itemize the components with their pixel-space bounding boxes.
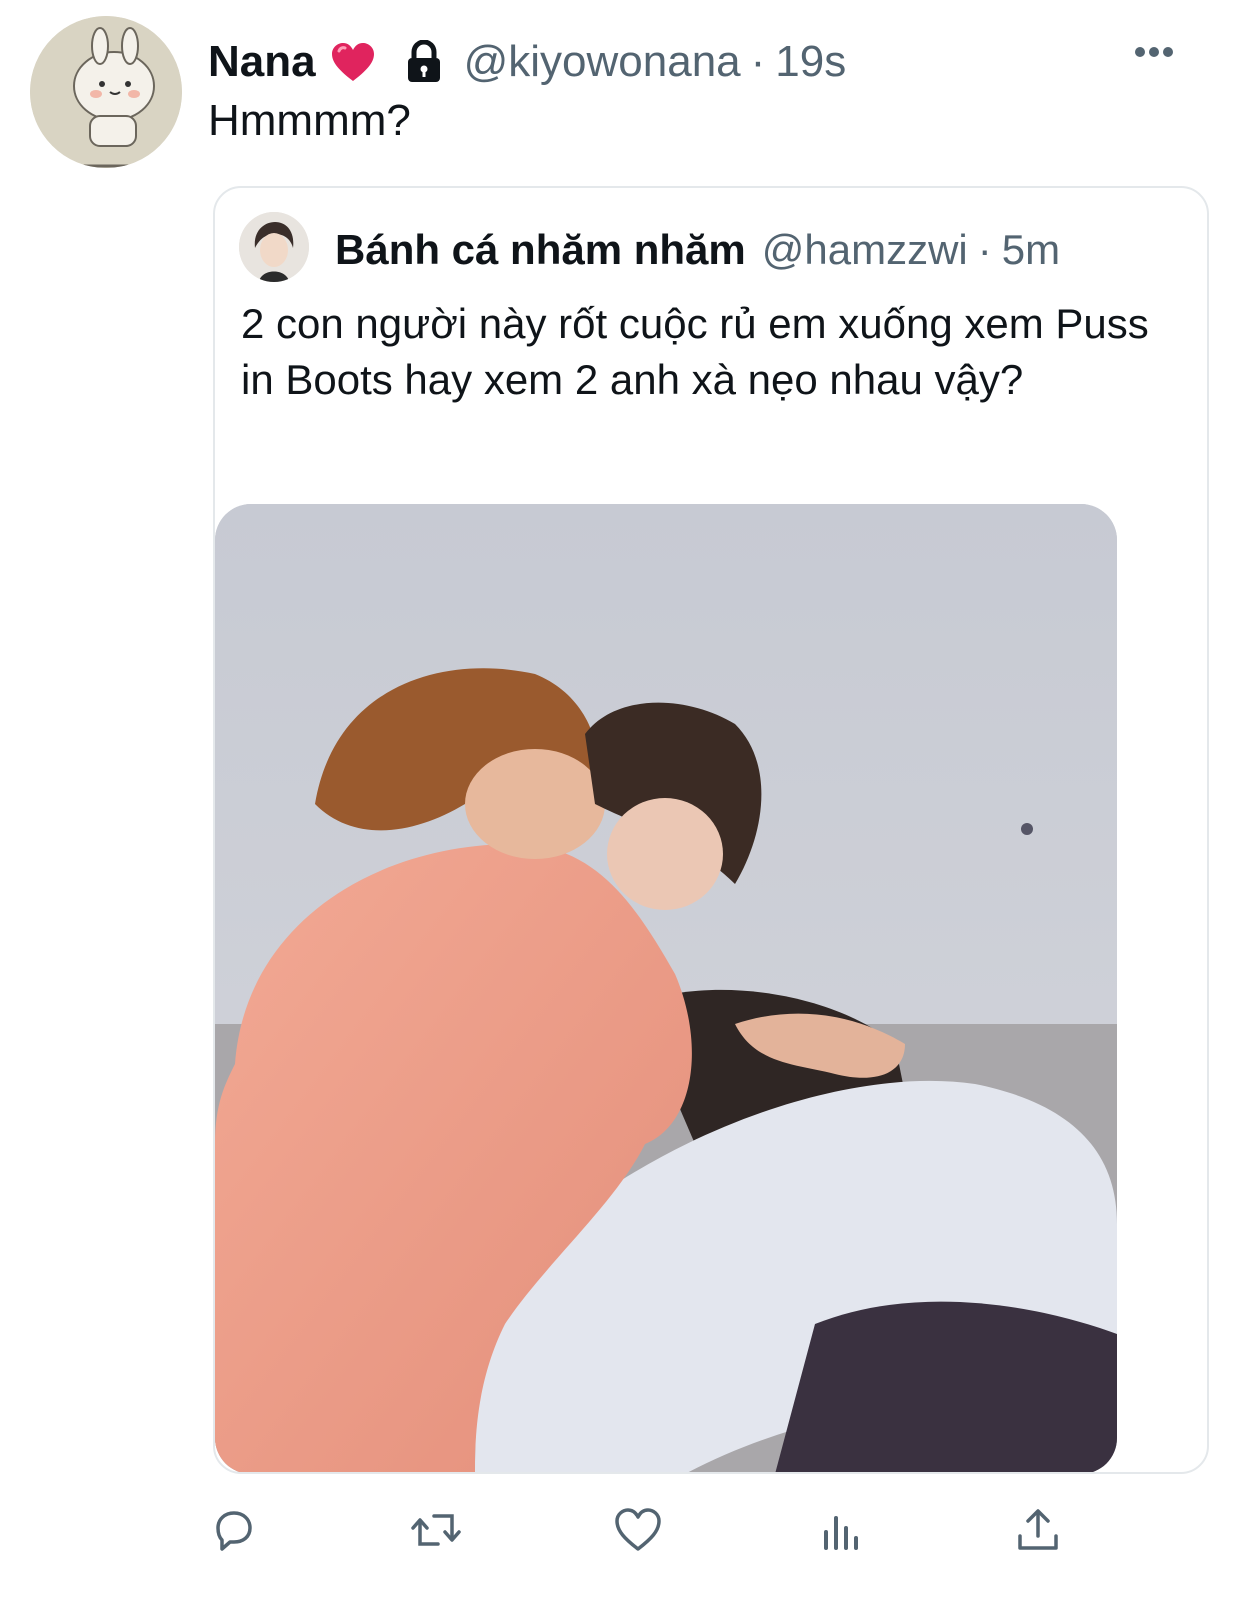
author-name[interactable]: Nana [208,37,316,87]
author-handle[interactable]: @kiyowonana [464,37,741,87]
tweet-header: Nana @kiyowonana · 19s [208,34,846,90]
quoted-author-avatar[interactable] [239,212,309,282]
quoted-author-name[interactable]: Bánh cá nhăm nhăm [335,226,746,274]
more-icon[interactable] [1132,30,1176,74]
quoted-author-handle[interactable]: @hamzzwi [762,226,968,274]
analytics-icon[interactable] [810,1500,870,1560]
share-icon[interactable] [1008,1500,1068,1560]
reply-icon[interactable] [204,1500,264,1560]
heart-outline-icon[interactable] [608,1500,668,1560]
heart-icon [330,41,376,83]
quoted-tweet[interactable]: Bánh cá nhăm nhăm @hamzzwi · 5m 2 con ng… [213,186,1209,1474]
separator-dot: · [750,37,766,86]
retweet-icon[interactable] [406,1500,466,1560]
quoted-tweet-header: Bánh cá nhăm nhăm @hamzzwi · 5m [335,220,1060,280]
quoted-tweet-text: 2 con người này rốt cuộc rủ em xuống xem… [241,300,1149,403]
author-avatar[interactable] [30,16,182,168]
tweet-actions [200,1500,1080,1560]
quoted-tweet-timestamp[interactable]: 5m [1002,226,1060,274]
separator-dot: · [977,226,992,273]
quoted-tweet-photo[interactable] [215,504,1117,1472]
lock-icon [402,39,446,84]
tweet-timestamp[interactable]: 19s [775,37,846,87]
tweet-text: Hmmmm? [208,96,411,145]
